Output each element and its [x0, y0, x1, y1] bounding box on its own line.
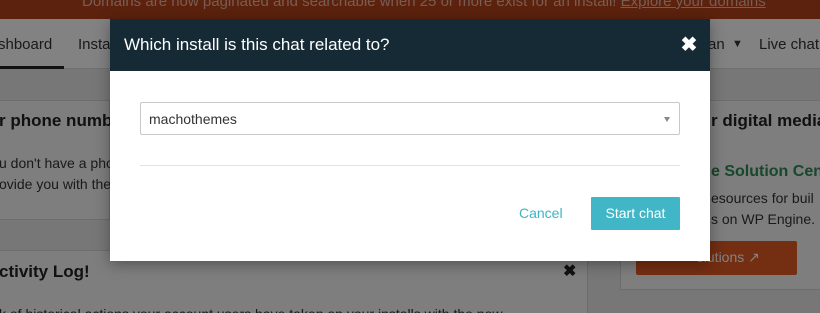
start-chat-button[interactable]: Start chat — [591, 197, 680, 230]
dropdown-arrow-icon — [664, 117, 670, 122]
modal-header: Which install is this chat related to? ✖ — [110, 19, 710, 71]
modal-title: Which install is this chat related to? — [124, 35, 390, 54]
divider — [140, 165, 680, 166]
install-select-value: machothemes — [149, 111, 237, 127]
install-select[interactable]: machothemes — [140, 102, 680, 135]
cancel-button[interactable]: Cancel — [519, 205, 563, 221]
close-icon[interactable]: ✖ — [679, 35, 699, 55]
install-select-modal: Which install is this chat related to? ✖… — [110, 19, 710, 261]
